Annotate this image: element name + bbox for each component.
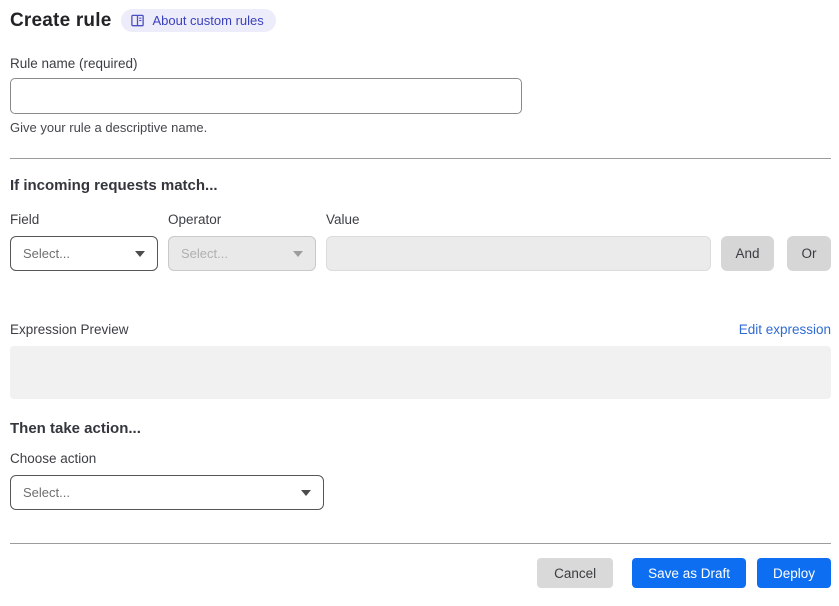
book-icon	[130, 13, 145, 28]
match-section-heading: If incoming requests match...	[10, 177, 218, 194]
cancel-button[interactable]: Cancel	[537, 558, 614, 588]
choose-action-select[interactable]: Select...	[10, 475, 324, 510]
operator-label: Operator	[168, 212, 222, 227]
and-button[interactable]: And	[721, 236, 774, 271]
expression-builder-row: Field Select... Operator Select... Value…	[10, 212, 831, 271]
expression-preview-label: Expression Preview	[10, 322, 129, 337]
operator-select[interactable]: Select...	[168, 236, 316, 271]
about-custom-rules-badge[interactable]: About custom rules	[121, 9, 276, 32]
expression-preview-box	[10, 346, 831, 399]
page-title: Create rule	[10, 9, 112, 31]
value-label: Value	[326, 212, 360, 227]
choose-action-label: Choose action	[10, 451, 97, 466]
operator-select-value: Select...	[181, 246, 228, 261]
expression-preview-header: Expression Preview Edit expression	[10, 322, 831, 337]
operator-column: Operator Select...	[168, 212, 316, 271]
or-button[interactable]: Or	[787, 236, 831, 271]
field-select[interactable]: Select...	[10, 236, 158, 271]
page-header: Create rule About custom rules	[10, 9, 831, 32]
chevron-down-icon	[301, 489, 311, 496]
chevron-down-icon	[135, 250, 145, 257]
footer-divider	[10, 543, 831, 544]
about-badge-label: About custom rules	[152, 13, 264, 28]
action-section-heading: Then take action...	[10, 420, 141, 437]
section-divider-top	[10, 158, 831, 159]
value-input[interactable]	[326, 236, 711, 271]
field-select-value: Select...	[23, 246, 70, 261]
field-column: Field Select...	[10, 212, 158, 271]
create-rule-page: Create rule About custom rules Rule name…	[10, 9, 831, 588]
chevron-down-icon	[293, 250, 303, 257]
choose-action-select-value: Select...	[23, 485, 70, 500]
value-column: Value	[326, 212, 711, 271]
field-label: Field	[10, 212, 40, 227]
save-as-draft-button[interactable]: Save as Draft	[632, 558, 746, 588]
deploy-button[interactable]: Deploy	[756, 558, 831, 588]
footer-actions: Cancel Save as Draft Deploy	[10, 558, 831, 588]
rule-name-input[interactable]	[10, 78, 522, 114]
rule-name-label: Rule name (required)	[10, 56, 138, 71]
edit-expression-link[interactable]: Edit expression	[739, 322, 831, 337]
rule-name-helper: Give your rule a descriptive name.	[10, 120, 208, 135]
